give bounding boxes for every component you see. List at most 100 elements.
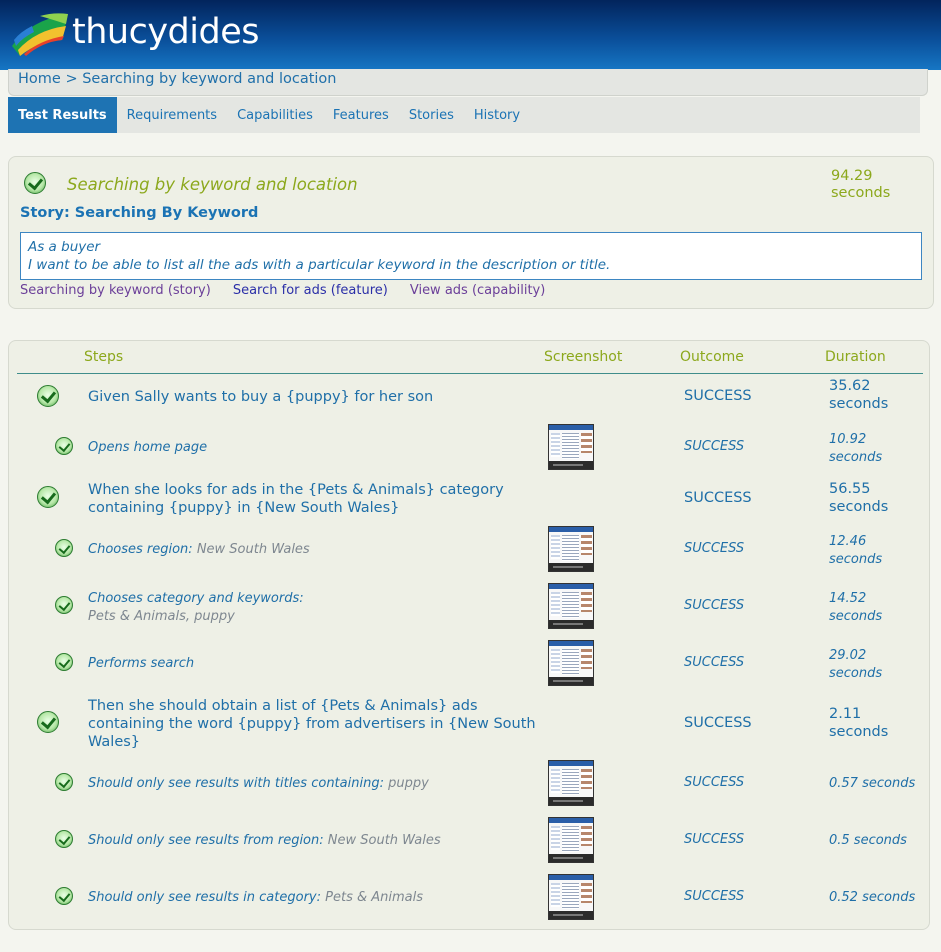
- step-text-line: Then she should obtain a list of {Pets &…: [88, 697, 536, 715]
- step-duration: 2.11 seconds: [829, 706, 888, 741]
- screenshot-thumbnail[interactable]: [548, 640, 594, 686]
- step-outcome: SUCCESS: [684, 598, 745, 613]
- screenshot-thumbnail[interactable]: [548, 874, 594, 920]
- story-duration: 94.29 seconds: [831, 168, 921, 202]
- step-duration-line: 29.02: [829, 648, 867, 663]
- step-description: Should only see results in category: Pet…: [88, 889, 423, 907]
- tab-features[interactable]: Features: [323, 97, 399, 133]
- step-duration-line: 14.52: [829, 591, 867, 606]
- step-duration: 10.92 seconds: [829, 431, 882, 466]
- step-text: Should only see results in category:: [88, 890, 326, 905]
- app-header: thucydides: [0, 0, 941, 70]
- step-duration-line: seconds: [829, 395, 889, 412]
- success-check-icon: [55, 539, 73, 557]
- step-description: When she looks for ads in the {Pets & An…: [88, 481, 504, 517]
- narrative-line: As a buyer: [28, 239, 101, 255]
- narrative-line: I want to be able to list all the ads wi…: [28, 256, 611, 273]
- success-check-icon: [55, 596, 73, 614]
- step-text: containing the word {puppy} from adverti…: [88, 716, 536, 732]
- step-description: Performs search: [88, 655, 194, 673]
- breadcrumb-current: Searching by keyword and location: [82, 71, 337, 87]
- step-duration: 35.62 seconds: [829, 378, 888, 413]
- success-check-icon: [55, 653, 73, 671]
- step-argument: Pets & Animals: [325, 890, 424, 905]
- step-outcome: SUCCESS: [684, 541, 745, 556]
- step-duration-line: seconds: [829, 608, 883, 624]
- step-text: Given Sally wants to buy a {puppy} for h…: [88, 389, 434, 405]
- step-text-line: Performs search: [88, 655, 194, 673]
- tab-stories[interactable]: Stories: [399, 97, 464, 133]
- step-text: Then she should obtain a list of {Pets &…: [88, 698, 478, 714]
- success-check-icon: [55, 830, 73, 848]
- step-duration: 0.52 seconds: [829, 889, 915, 907]
- step-duration-line: 0.57 seconds: [829, 776, 916, 791]
- tag-story-link[interactable]: Searching by keyword (story): [20, 283, 211, 298]
- tab-requirements[interactable]: Requirements: [117, 97, 227, 133]
- tab-history[interactable]: History: [464, 97, 530, 133]
- step-outcome: SUCCESS: [684, 775, 745, 790]
- step-text: Chooses region:: [88, 542, 197, 557]
- step-description: Chooses category and keywords: Pets & Ani…: [88, 590, 304, 626]
- screenshot-thumbnail[interactable]: [548, 817, 594, 863]
- screenshot-thumbnail[interactable]: [548, 526, 594, 572]
- step-text: Chooses category and keywords:: [88, 591, 304, 606]
- story-title: Searching by keyword and location: [67, 175, 358, 194]
- step-duration-line: seconds: [829, 449, 883, 465]
- step-argument: New South Wales: [196, 542, 310, 557]
- step-duration: 0.57 seconds: [829, 775, 915, 793]
- step-duration-line: 12.46: [829, 534, 867, 549]
- step-text-line: Wales}: [88, 733, 536, 751]
- step-duration: 29.02 seconds: [829, 647, 882, 682]
- step-description: Chooses region: New South Wales: [88, 541, 310, 559]
- tab-capabilities[interactable]: Capabilities: [227, 97, 323, 133]
- success-check-icon: [37, 711, 59, 733]
- tag-feature-link[interactable]: Search for ads (feature): [233, 283, 388, 298]
- success-check-icon: [55, 437, 73, 455]
- step-text-line: Given Sally wants to buy a {puppy} for h…: [88, 388, 433, 406]
- step-text-line: Chooses category and keywords:: [88, 590, 304, 608]
- screenshot-thumbnail[interactable]: [548, 424, 594, 470]
- step-duration-line: seconds: [829, 498, 889, 515]
- step-text: containing {puppy} in {New South Wales}: [88, 500, 400, 516]
- step-duration-line: 56.55: [829, 481, 871, 497]
- column-header-duration: Duration: [825, 349, 886, 365]
- app-title: thucydides: [72, 12, 259, 52]
- step-text-line: Should only see results from region: New…: [88, 832, 441, 850]
- success-check-icon: [55, 887, 73, 905]
- column-header-outcome: Outcome: [680, 349, 744, 365]
- step-duration-line: seconds: [829, 723, 889, 740]
- story-duration-unit: seconds: [831, 185, 891, 201]
- step-duration-line: 0.5 seconds: [829, 833, 907, 848]
- step-description: Should only see results with titles cont…: [88, 775, 429, 793]
- steps-table: Steps Screenshot Outcome Duration Given …: [8, 340, 930, 930]
- step-text: Performs search: [88, 656, 195, 671]
- step-text-line: Opens home page: [88, 439, 207, 457]
- tab-bar: Test Results Requirements Capabilities F…: [8, 97, 920, 133]
- step-text: Wales}: [88, 734, 141, 750]
- tag-capability-link[interactable]: View ads (capability): [410, 283, 545, 298]
- breadcrumb-home-link[interactable]: Home: [18, 71, 61, 87]
- step-text-line: Chooses region: New South Wales: [88, 541, 310, 559]
- step-argument: Pets & Animals, puppy: [88, 609, 235, 624]
- success-check-icon: [24, 172, 46, 194]
- success-check-icon: [37, 385, 59, 407]
- success-check-icon: [55, 773, 73, 791]
- step-duration-line: 35.62: [829, 378, 871, 394]
- step-text-line: Should only see results with titles cont…: [88, 775, 429, 793]
- step-text: When she looks for ads in the {Pets & An…: [88, 482, 504, 498]
- tab-test-results[interactable]: Test Results: [8, 97, 117, 133]
- step-outcome: SUCCESS: [684, 490, 752, 506]
- success-check-icon: [37, 486, 59, 508]
- step-description: Given Sally wants to buy a {puppy} for h…: [88, 388, 433, 406]
- step-duration: 0.5 seconds: [829, 832, 907, 850]
- screenshot-thumbnail[interactable]: [548, 583, 594, 629]
- step-outcome: SUCCESS: [684, 388, 752, 404]
- step-description: Should only see results from region: New…: [88, 832, 441, 850]
- step-argument: puppy: [388, 776, 429, 791]
- step-argument: New South Wales: [327, 833, 441, 848]
- screenshot-thumbnail[interactable]: [548, 760, 594, 806]
- step-text: Should only see results with titles cont…: [88, 776, 389, 791]
- step-description: Then she should obtain a list of {Pets &…: [88, 697, 536, 751]
- column-header-screenshot: Screenshot: [544, 349, 623, 365]
- story-name: Story: Searching By Keyword: [20, 205, 259, 221]
